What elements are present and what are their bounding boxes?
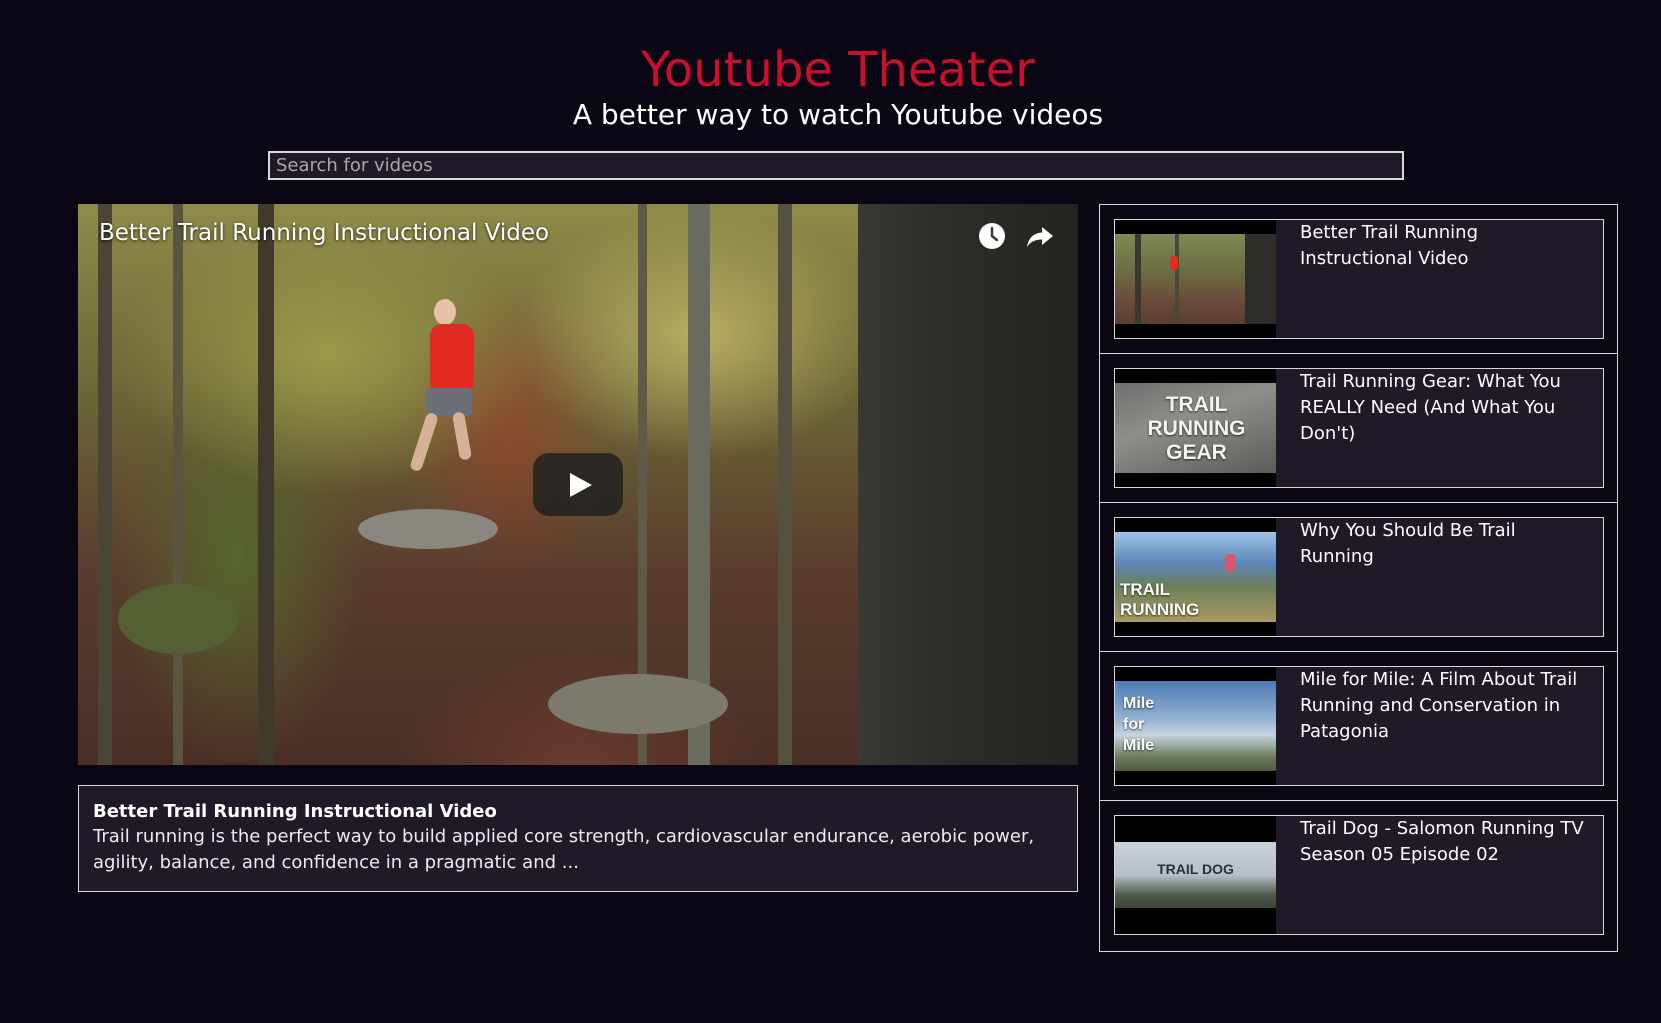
video-card[interactable]: Better Trail Running Instructional Video bbox=[1114, 219, 1604, 339]
player-video-title[interactable]: Better Trail Running Instructional Video bbox=[99, 218, 549, 248]
share-icon[interactable] bbox=[1024, 220, 1056, 252]
description-text: Trail running is the perfect way to buil… bbox=[93, 826, 1035, 873]
rock bbox=[118, 584, 238, 654]
list-item: TRAIL DOG Trail Dog - Salomon Running TV… bbox=[1100, 801, 1617, 950]
thumbnail-text: TRAIL DOG bbox=[1157, 861, 1234, 877]
list-item: Mile for Mile Mile for Mile: A Film Abou… bbox=[1100, 652, 1617, 801]
tree-trunk bbox=[173, 204, 183, 765]
tree-trunk bbox=[778, 204, 792, 765]
video-player[interactable]: Better Trail Running Instructional Video bbox=[78, 204, 1078, 765]
video-card[interactable]: TRAIL RUNNING Why You Should Be Trail Ru… bbox=[1114, 517, 1604, 637]
list-item: TRAIL RUNNING GEAR Trail Running Gear: W… bbox=[1100, 354, 1617, 503]
thumbnail-text: TRAIL RUNNING bbox=[1120, 580, 1200, 619]
video-card-title[interactable]: Better Trail Running Instructional Video bbox=[1300, 220, 1590, 272]
tree-trunk bbox=[258, 204, 274, 765]
video-card-title[interactable]: Mile for Mile: A Film About Trail Runnin… bbox=[1300, 667, 1590, 745]
video-thumbnail[interactable]: TRAIL RUNNING GEAR bbox=[1115, 369, 1276, 487]
video-card-title[interactable]: Trail Dog - Salomon Running TV Season 05… bbox=[1300, 816, 1590, 868]
clock-icon[interactable] bbox=[976, 220, 1008, 252]
play-button[interactable] bbox=[533, 453, 623, 516]
app-subtitle: A better way to watch Youtube videos bbox=[572, 98, 1104, 131]
video-card[interactable]: Mile for Mile Mile for Mile: A Film Abou… bbox=[1114, 666, 1604, 786]
tree-trunk bbox=[98, 204, 112, 765]
app-title: Youtube Theater bbox=[640, 42, 1035, 98]
runner-shorts bbox=[426, 388, 472, 416]
play-icon bbox=[570, 473, 592, 497]
video-card[interactable]: TRAIL DOG Trail Dog - Salomon Running TV… bbox=[1114, 815, 1604, 935]
video-thumbnail[interactable]: TRAIL RUNNING bbox=[1115, 518, 1276, 636]
video-thumbnail[interactable]: Mile for Mile bbox=[1115, 667, 1276, 785]
header: Youtube Theater A better way to watch Yo… bbox=[0, 40, 1661, 132]
video-card-title[interactable]: Trail Running Gear: What You REALLY Need… bbox=[1300, 369, 1590, 447]
video-thumbnail[interactable] bbox=[1115, 220, 1276, 338]
list-item: TRAIL RUNNING Why You Should Be Trail Ru… bbox=[1100, 503, 1617, 652]
runner-leg bbox=[451, 411, 473, 461]
search-input[interactable] bbox=[268, 151, 1404, 180]
tree-trunk bbox=[858, 204, 1078, 765]
video-card[interactable]: TRAIL RUNNING GEAR Trail Running Gear: W… bbox=[1114, 368, 1604, 488]
runner-leg bbox=[409, 411, 439, 473]
description-title: Better Trail Running Instructional Video bbox=[93, 801, 497, 822]
rock bbox=[358, 509, 498, 549]
thumbnail-text: TRAIL RUNNING GEAR bbox=[1147, 393, 1246, 464]
video-card-title[interactable]: Why You Should Be Trail Running bbox=[1300, 518, 1590, 570]
video-description: Better Trail Running Instructional Video… bbox=[78, 785, 1078, 892]
runner-head bbox=[434, 299, 456, 325]
runner-shirt bbox=[430, 324, 474, 390]
thumbnail-text: Mile for Mile bbox=[1123, 695, 1155, 754]
video-thumbnail[interactable]: TRAIL DOG bbox=[1115, 816, 1276, 934]
rock bbox=[548, 674, 728, 734]
video-list: Better Trail Running Instructional Video… bbox=[1099, 204, 1618, 952]
list-item: Better Trail Running Instructional Video bbox=[1100, 205, 1617, 354]
